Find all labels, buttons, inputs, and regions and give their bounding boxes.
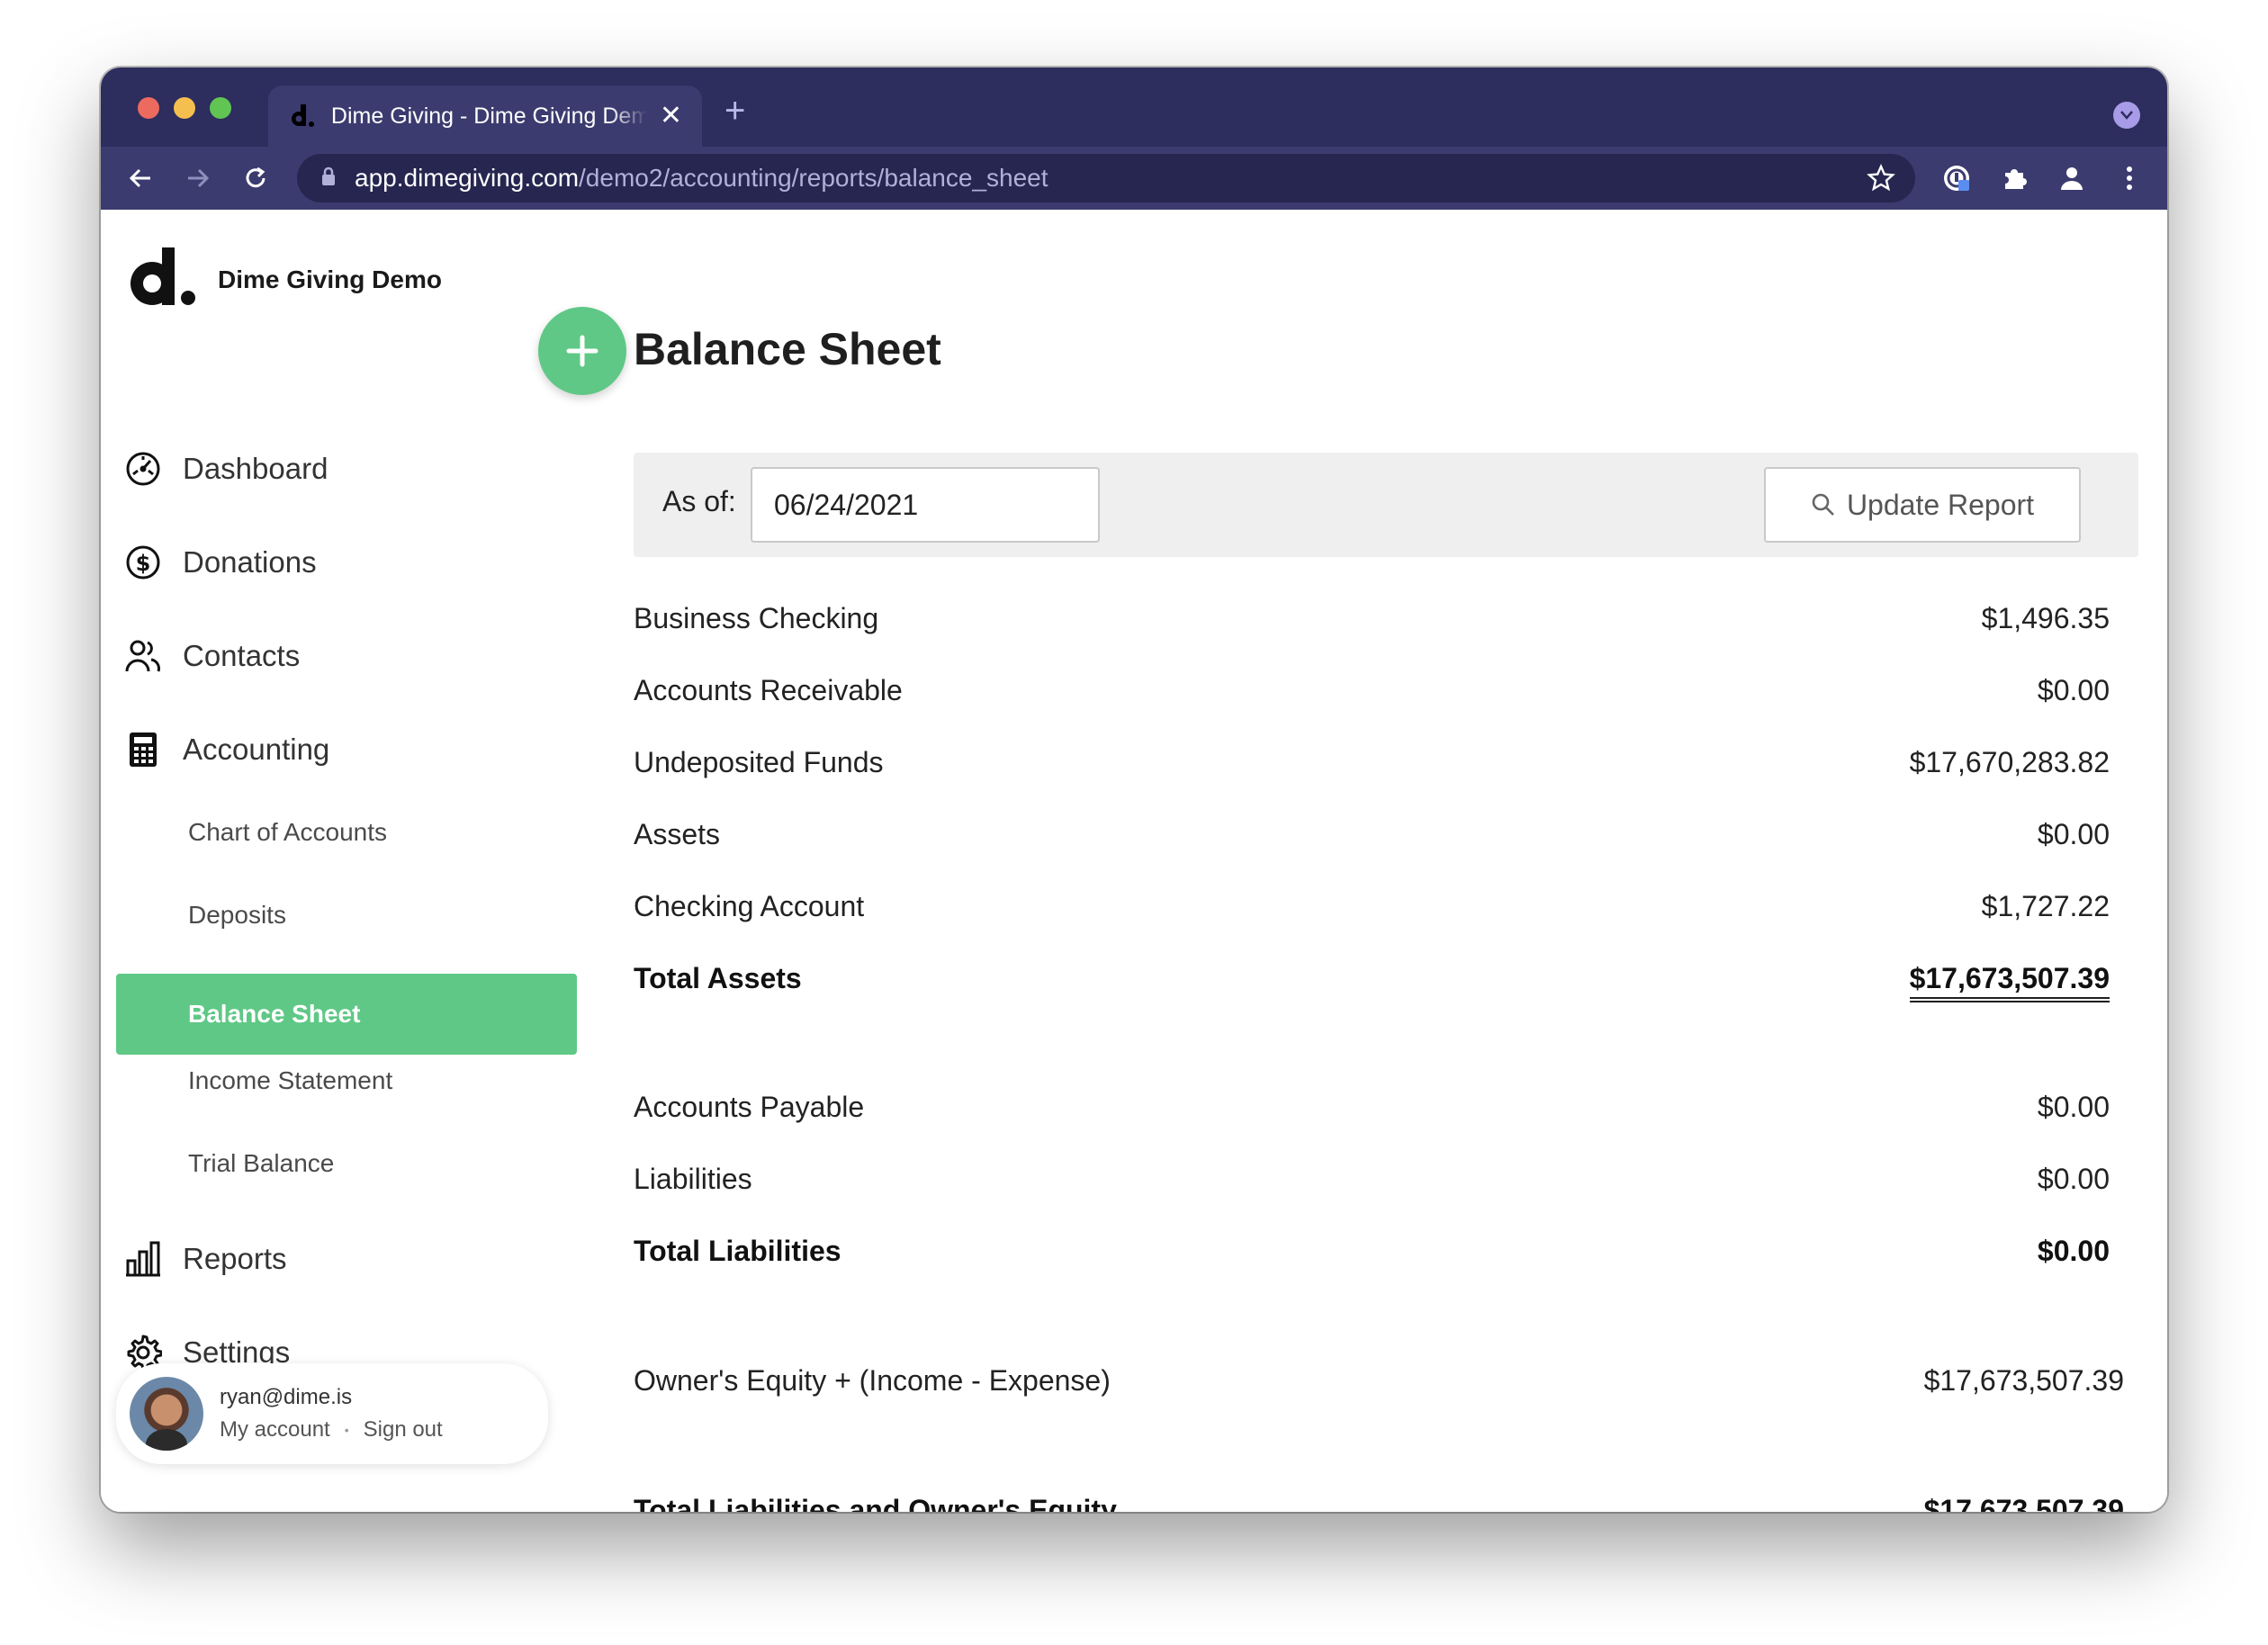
subnav-trial-balance[interactable]: Trial Balance [188,1149,334,1178]
avatar[interactable] [130,1377,203,1451]
nav-label: Donations [183,545,317,579]
add-new-button[interactable] [538,307,626,395]
users-icon [123,636,163,676]
minimize-window-button[interactable] [174,97,195,119]
calculator-icon [123,730,163,769]
account-name[interactable]: Business Checking [634,602,878,635]
dime-logo-icon [130,247,196,311]
balance-row: Undeposited Funds $17,670,283.82 [634,746,2110,779]
balance-row: Checking Account $1,727.22 [634,890,2110,923]
account-amount: $1,727.22 [1981,890,2110,922]
sign-out-link[interactable]: Sign out [364,1417,443,1443]
reload-icon[interactable] [239,162,272,194]
account-card: ryan@dime.is My account • Sign out [116,1363,548,1464]
account-amount: $0.00 [2037,1163,2110,1195]
more-menu-icon[interactable] [2113,162,2146,194]
account-name[interactable]: Accounts Receivable [634,674,903,707]
nav-label: Contacts [183,639,301,672]
total-amount: $0.00 [2037,1235,2110,1267]
total-amount: $17,673,507.39 [1924,1494,2124,1512]
search-icon [1812,493,1834,516]
subnav-chart-of-accounts[interactable]: Chart of Accounts [188,818,387,847]
lock-icon [320,166,337,191]
svg-text:$: $ [136,551,151,576]
total-label: Total Liabilities and Owner's Equity [634,1494,1117,1512]
nav-dashboard[interactable]: Dashboard [123,442,328,496]
account-amount: $0.00 [2037,674,2110,706]
app-root: Dime Giving Demo Dashboard $ Donations C… [101,210,2167,1512]
org-logo[interactable]: Dime Giving Demo [130,247,442,311]
total-liabilities-row: Total Liabilities $0.00 [634,1235,2110,1268]
tab-title: Dime Giving - Dime Giving Demo [330,103,647,129]
account-email: ryan@dime.is [220,1385,353,1409]
report-filter-bar: As of: Update Report [634,453,2138,557]
account-amount: $0.00 [2037,818,2110,850]
close-tab-icon[interactable]: ✕ [660,103,682,130]
bookmark-star-icon[interactable] [1867,164,1895,197]
subnav-label: Balance Sheet [188,1000,361,1028]
plus-icon [566,335,598,367]
browser-toolbar: app.dimegiving.com/demo2/accounting/repo… [101,147,2167,210]
profile-user-icon[interactable] [2056,162,2088,194]
subnav-deposits[interactable]: Deposits [188,901,286,930]
subnav-income-statement[interactable]: Income Statement [188,1066,392,1095]
subnav-balance-sheet[interactable]: Balance Sheet [116,974,577,1055]
password-manager-icon[interactable] [1940,162,1973,194]
account-name[interactable]: Accounts Payable [634,1091,864,1124]
account-amount: $17,673,507.39 [1923,1364,2124,1397]
balance-row: Assets $0.00 [634,818,2110,851]
total-label: Total Liabilities [634,1235,842,1267]
browser-tab-bar: Dime Giving - Dime Giving Demo ✕ + [101,67,2167,147]
nav-label: Reports [183,1242,287,1275]
link-separator: • [344,1423,349,1437]
browser-window: Dime Giving - Dime Giving Demo ✕ + app.d… [101,67,2167,1512]
dime-favicon-icon [288,102,317,130]
account-name[interactable]: Assets [634,818,720,851]
tab-search-icon[interactable] [2113,102,2140,129]
back-arrow-icon[interactable] [124,162,157,194]
address-bar[interactable]: app.dimegiving.com/demo2/accounting/repo… [297,154,1915,202]
total-liabilities-equity-row: Total Liabilities and Owner's Equity $17… [634,1494,2124,1512]
update-report-label: Update Report [1846,488,2035,521]
my-account-link[interactable]: My account [220,1417,330,1443]
browser-tab[interactable]: Dime Giving - Dime Giving Demo ✕ [268,85,702,147]
total-amount: $17,673,507.39 [1909,962,2110,1002]
nav-accounting[interactable]: Accounting [123,723,329,777]
account-name[interactable]: Checking Account [634,890,864,923]
forward-arrow-icon[interactable] [182,162,214,194]
dollar-circle-icon: $ [123,543,163,582]
equity-row: Owner's Equity + (Income - Expense) $17,… [634,1364,2124,1398]
close-window-button[interactable] [138,97,159,119]
account-name[interactable]: Liabilities [634,1163,752,1196]
nav-reports[interactable]: Reports [123,1232,287,1286]
as-of-label: As of: [662,485,736,517]
org-name: Dime Giving Demo [218,265,442,293]
dashboard-gauge-icon [123,449,163,489]
account-name: Owner's Equity + (Income - Expense) [634,1364,1111,1397]
balance-row: Accounts Payable $0.00 [634,1091,2110,1124]
bar-chart-icon [123,1239,163,1279]
sidebar: Dime Giving Demo Dashboard $ Donations C… [101,210,578,1512]
new-tab-icon[interactable]: + [724,93,745,129]
balance-row: Business Checking $1,496.35 [634,602,2110,635]
as-of-date-input[interactable] [751,467,1100,543]
maximize-window-button[interactable] [210,97,231,119]
page-title: Balance Sheet [634,324,941,374]
update-report-button[interactable]: Update Report [1764,467,2081,543]
account-amount: $0.00 [2037,1091,2110,1123]
nav-label: Dashboard [183,452,328,485]
url-text: app.dimegiving.com/demo2/accounting/repo… [355,164,1048,192]
nav-label: Accounting [183,733,330,766]
account-amount: $17,670,283.82 [1909,746,2110,778]
account-amount: $1,496.35 [1981,602,2110,634]
balance-row: Liabilities $0.00 [634,1163,2110,1196]
extensions-puzzle-icon[interactable] [1998,162,2030,194]
nav-donations[interactable]: $ Donations [123,535,317,589]
nav-contacts[interactable]: Contacts [123,629,300,683]
account-name[interactable]: Undeposited Funds [634,746,884,779]
balance-row: Accounts Receivable $0.00 [634,674,2110,707]
total-assets-row: Total Assets $17,673,507.39 [634,962,2110,1002]
total-label: Total Assets [634,962,802,994]
